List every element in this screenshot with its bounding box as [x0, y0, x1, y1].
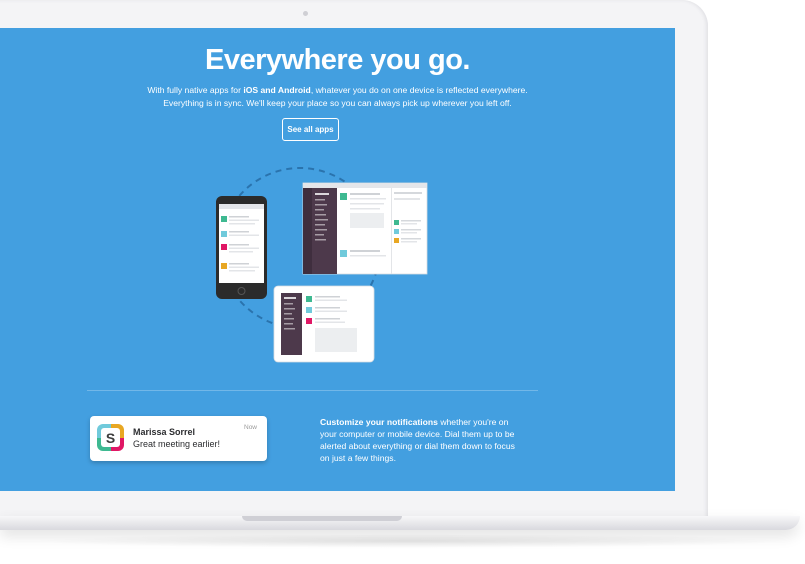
screen: Everywhere you go. With fully native app…: [0, 28, 675, 491]
notification-time: Now: [244, 424, 258, 431]
notification-message: Great meeting earlier!: [133, 439, 221, 449]
slack-logo-icon: S: [97, 424, 124, 451]
camera-dot: [303, 11, 308, 16]
customize-notifications-text: Customize your notifications whether you…: [320, 416, 515, 464]
phone-device: [216, 196, 267, 299]
section-divider: [87, 390, 538, 391]
laptop-hinge: [242, 516, 402, 521]
notification-sender: Marissa Sorrel: [133, 427, 196, 437]
laptop-shadow: [30, 534, 790, 548]
app-letter: S: [101, 428, 120, 447]
customize-heading: Customize your notifications: [320, 417, 438, 427]
desktop-window: [302, 182, 428, 275]
notification-card: S Marissa Sorrel Great meeting earlier! …: [90, 416, 267, 461]
tablet-device: [273, 285, 375, 363]
